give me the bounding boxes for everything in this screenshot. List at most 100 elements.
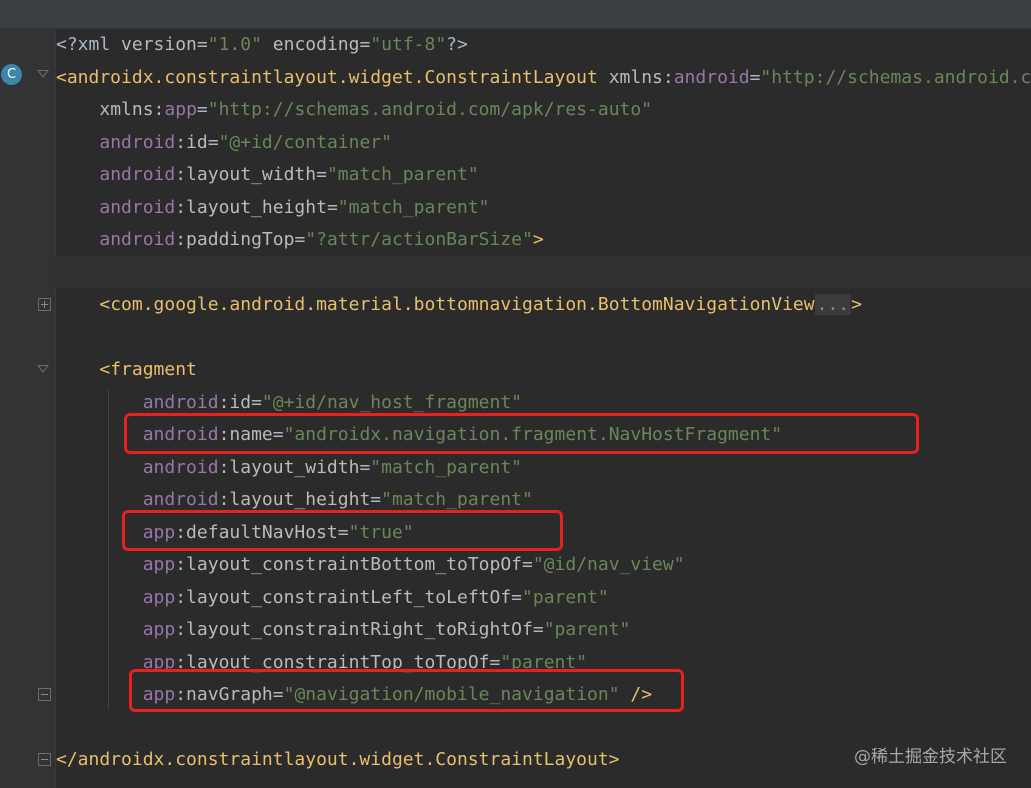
code-token: :layout_height — [218, 489, 371, 510]
code-token: <fragment — [99, 359, 197, 380]
code-line[interactable] — [56, 257, 1031, 289]
code-line[interactable]: android:id="@+id/container" — [56, 127, 1031, 159]
code-line[interactable]: android:layout_width="match_parent" — [56, 452, 1031, 484]
code-token: > — [851, 294, 862, 315]
code-token: "match_parent" — [326, 164, 479, 185]
code-line[interactable]: app:layout_constraintBottom_toTopOf="@id… — [56, 549, 1031, 581]
code-line[interactable] — [56, 322, 1031, 354]
class-marker-icon[interactable]: C — [1, 64, 22, 85]
code-token: :layout_width — [175, 164, 317, 185]
code-token: <androidx.constraintlayout.widget.Constr… — [56, 66, 609, 88]
code-token: = — [370, 489, 382, 510]
code-token: "http://schemas.android.com/apk/res-auto… — [207, 99, 653, 120]
watermark: @稀土掘金技术社区 — [854, 747, 1007, 767]
highlight-box-navgraph — [129, 669, 684, 712]
code-token: :layout_constraintLeft_toLeftOf — [175, 586, 512, 608]
code-line[interactable]: android:paddingTop="?attr/actionBarSize"… — [56, 224, 1031, 256]
code-token: :layout_height — [175, 196, 327, 218]
fold-collapse-icon[interactable] — [37, 70, 49, 78]
fold-expand-icon[interactable] — [38, 298, 51, 311]
code-token: android — [99, 131, 176, 153]
code-token: "@+id/container" — [218, 131, 392, 153]
code-line[interactable]: xmlns:app="http://schemas.android.com/ap… — [56, 94, 1031, 126]
code-token: android — [99, 229, 176, 250]
code-line[interactable]: <androidx.constraintlayout.widget.Constr… — [56, 62, 1031, 94]
code-token: "match_parent" — [370, 456, 523, 478]
code-token: <com.google.android.material.bottomnavig… — [99, 294, 815, 315]
code-token: :id — [218, 391, 252, 413]
code-token: = — [522, 554, 533, 575]
code-token: = — [207, 131, 219, 153]
code-token: app — [142, 554, 176, 575]
code-token: = — [359, 34, 371, 55]
code-token: "match_parent" — [337, 196, 490, 218]
code-token: "1.0" — [207, 34, 262, 55]
fold-collapse-icon[interactable] — [37, 365, 49, 373]
code-token: encoding — [272, 34, 360, 55]
highlight-box-defaultnavhost — [122, 510, 563, 551]
code-token: "parent" — [543, 619, 631, 640]
code-line[interactable]: <?xml version="1.0" encoding="utf-8"?> — [56, 29, 1031, 61]
code-token: android — [99, 196, 176, 218]
code-token: xmlns: — [608, 66, 674, 88]
code-token: > — [532, 229, 544, 250]
code-token: "http://schemas.android.com/apk/res/andr… — [760, 66, 1031, 88]
code-token: android — [142, 391, 219, 413]
code-token: app — [142, 586, 176, 608]
code-token: :paddingTop — [175, 229, 295, 250]
code-token: android — [673, 66, 750, 88]
code-token: </androidx.constraintlayout.widget.Const… — [56, 749, 620, 770]
code-line[interactable] — [56, 712, 1031, 744]
code-line[interactable]: app:layout_constraintLeft_toLeftOf="pare… — [56, 582, 1031, 614]
fold-end-icon[interactable] — [38, 688, 51, 701]
fold-end-icon[interactable] — [38, 753, 51, 766]
code-token: :id — [175, 131, 208, 153]
code-token: = — [359, 456, 371, 478]
code-token: :layout_constraintRight_toRightOf — [175, 619, 533, 640]
code-token: = — [749, 66, 761, 88]
code-token: app — [142, 619, 176, 640]
code-token: = — [511, 586, 523, 608]
code-line[interactable]: <fragment — [56, 354, 1031, 386]
code-token: android — [142, 489, 219, 510]
code-token: = — [196, 99, 208, 120]
code-line[interactable]: app:layout_constraintRight_toRightOf="pa… — [56, 614, 1031, 646]
code-token: "@id/nav_view" — [532, 554, 685, 575]
code-token: version — [121, 34, 197, 55]
code-token: :layout_constraintBottom_toTopOf — [175, 554, 522, 575]
editor-tab-bar — [0, 0, 1031, 29]
code-token: android — [99, 164, 176, 185]
code-token: "@+id/nav_host_fragment" — [261, 391, 523, 413]
code-line[interactable]: android:layout_width="match_parent" — [56, 159, 1031, 191]
code-line[interactable]: android:layout_height="match_parent" — [56, 192, 1031, 224]
code-token: app — [164, 99, 197, 120]
highlight-box-name — [124, 413, 919, 454]
code-token: "match_parent" — [381, 489, 533, 510]
code-token: "parent" — [522, 586, 609, 608]
code-token: = — [532, 619, 544, 640]
code-token: ... — [814, 294, 852, 315]
code-token: = — [316, 164, 327, 185]
code-token: = — [196, 34, 208, 55]
code-token: :layout_width — [218, 456, 360, 478]
code-token: android — [142, 456, 219, 478]
code-token: "utf-8" — [370, 34, 447, 55]
code-token: <?xml — [56, 34, 122, 55]
code-token: "?attr/actionBarSize" — [305, 229, 533, 250]
code-token: xmlns: — [99, 99, 165, 120]
code-line[interactable]: <com.google.android.material.bottomnavig… — [56, 289, 1031, 321]
